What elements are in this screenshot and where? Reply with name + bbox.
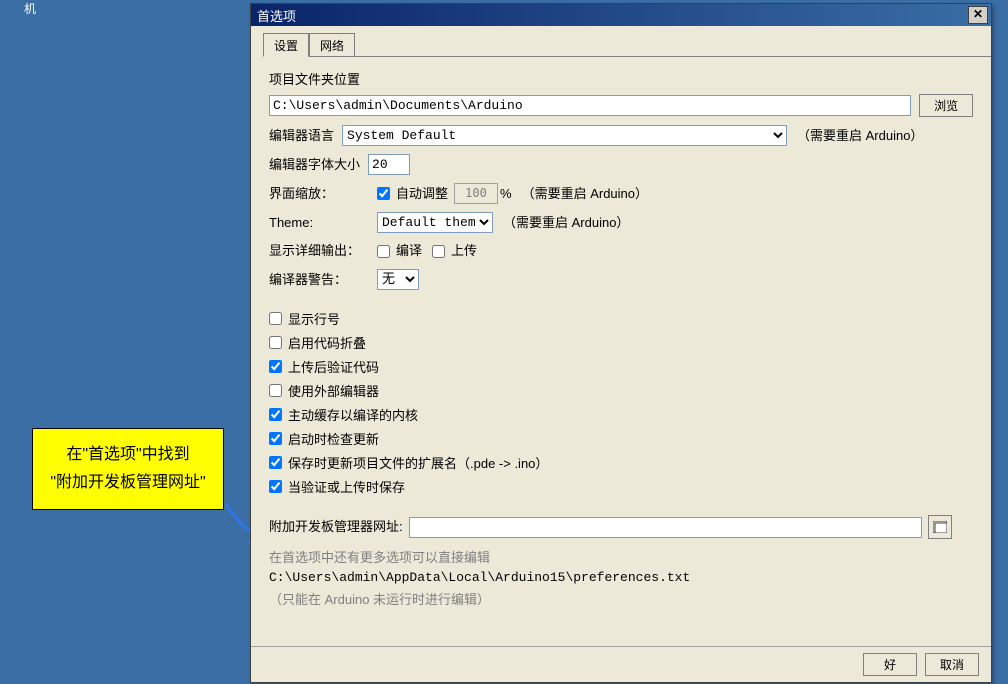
preferences-dialog: 首选项 ✕ 设置 网络 项目文件夹位置 浏览 编辑器语言 System Defa… — [250, 3, 992, 683]
update-extension-checkbox[interactable] — [269, 456, 282, 469]
verbose-upload-checkbox[interactable] — [432, 245, 445, 258]
theme-select[interactable]: Default theme — [377, 212, 493, 233]
verify-after-upload-label: 上传后验证代码 — [288, 357, 379, 376]
percent-sign: % — [500, 184, 512, 204]
annotation-callout: 在"首选项"中找到 "附加开发板管理网址" — [32, 428, 224, 510]
ui-scale-spinner: 100 — [454, 183, 498, 204]
close-button[interactable]: ✕ — [968, 6, 988, 24]
tab-network[interactable]: 网络 — [309, 33, 355, 56]
theme-label: Theme: — [269, 213, 369, 233]
warnings-label: 编译器警告： — [269, 270, 369, 290]
editor-language-select[interactable]: System Default — [342, 125, 787, 146]
ui-scale-auto-checkbox[interactable] — [377, 187, 390, 200]
warnings-select[interactable]: 无 — [377, 269, 419, 290]
code-folding-label: 启用代码折叠 — [288, 333, 366, 352]
external-editor-checkbox[interactable] — [269, 384, 282, 397]
tab-content: 项目文件夹位置 浏览 编辑器语言 System Default （需要重启 Ar… — [251, 57, 991, 616]
show-line-numbers-checkbox[interactable] — [269, 312, 282, 325]
verify-after-upload-checkbox[interactable] — [269, 360, 282, 373]
ui-scale-label: 界面缩放： — [269, 184, 369, 204]
font-size-input[interactable] — [368, 154, 410, 175]
project-folder-input[interactable] — [269, 95, 911, 116]
ui-scale-auto-label: 自动调整 — [396, 184, 448, 204]
tab-settings[interactable]: 设置 — [263, 33, 309, 57]
verbose-compile-checkbox[interactable] — [377, 245, 390, 258]
annotation-line2: "附加开发板管理网址" — [50, 469, 205, 497]
verbose-upload-label: 上传 — [451, 241, 477, 261]
browse-button[interactable]: 浏览 — [919, 94, 973, 117]
theme-hint: （需要重启 Arduino） — [503, 213, 629, 233]
ok-button[interactable]: 好 — [863, 653, 917, 676]
titlebar: 首选项 ✕ — [251, 4, 991, 26]
project-folder-label: 项目文件夹位置 — [269, 69, 965, 88]
check-updates-label: 启动时检查更新 — [288, 429, 379, 448]
save-on-verify-checkbox[interactable] — [269, 480, 282, 493]
editor-language-hint: （需要重启 Arduino） — [797, 126, 923, 146]
edit-only-closed-hint: （只能在 Arduino 未运行时进行编辑） — [269, 589, 973, 608]
save-on-verify-label: 当验证或上传时保存 — [288, 477, 405, 496]
check-updates-checkbox[interactable] — [269, 432, 282, 445]
code-folding-checkbox[interactable] — [269, 336, 282, 349]
ui-scale-hint: （需要重启 Arduino） — [522, 184, 648, 204]
update-extension-label: 保存时更新项目文件的扩展名（.pde -> .ino） — [288, 453, 548, 472]
verbose-compile-label: 编译 — [396, 241, 422, 261]
cache-cores-checkbox[interactable] — [269, 408, 282, 421]
desktop-icon-label: 机 — [10, 0, 50, 17]
cancel-button[interactable]: 取消 — [925, 653, 979, 676]
verbose-label: 显示详细输出： — [269, 241, 369, 261]
annotation-line1: 在"首选项"中找到 — [66, 441, 189, 469]
font-size-label: 编辑器字体大小 — [269, 155, 360, 175]
show-line-numbers-label: 显示行号 — [288, 309, 340, 328]
window-icon — [933, 521, 947, 533]
external-editor-label: 使用外部编辑器 — [288, 381, 379, 400]
boards-url-label: 附加开发板管理器网址: — [269, 517, 403, 537]
window-title: 首选项 — [257, 6, 296, 25]
prefs-path: C:\Users\admin\AppData\Local\Arduino15\p… — [269, 570, 973, 585]
more-prefs-hint: 在首选项中还有更多选项可以直接编辑 — [269, 547, 973, 566]
boards-url-input[interactable] — [409, 517, 922, 538]
cache-cores-label: 主动缓存以编译的内核 — [288, 405, 418, 424]
open-urls-button[interactable] — [928, 515, 952, 539]
editor-language-label: 编辑器语言 — [269, 126, 334, 146]
tab-strip: 设置 网络 — [263, 34, 991, 57]
dialog-footer: 好 取消 — [251, 646, 991, 682]
